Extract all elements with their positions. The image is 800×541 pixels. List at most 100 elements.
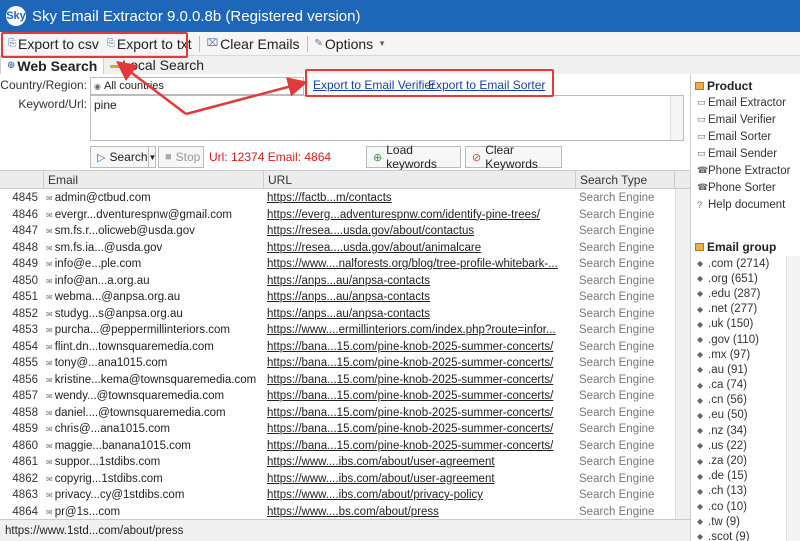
table-row[interactable]: 4849 ✉ info@e...ple.com https://www....nalf… [0,256,675,273]
email-group-item[interactable]: ◆ .ca (74) [691,378,787,393]
email-group-item[interactable]: ◆ .org (651) [691,271,787,286]
url-cell[interactable]: https://bana...15.com/pine-knob-2025-sum… [264,374,576,386]
table-row[interactable]: 4848 ✉ sm.fs.ia...@usda.gov https://resea..… [0,240,675,257]
email-cell[interactable]: ✉ tony@...ana1015.com [44,357,264,369]
email-group-item[interactable]: ◆ .gov (110) [691,332,787,347]
table-row[interactable]: 4845 ✉ admin@ctbud.com https://factb...m/co… [0,190,675,207]
email-cell[interactable]: ✉ evergr...dventurespnw@gmail.com [44,209,264,221]
table-row[interactable]: 4851 ✉ webma...@anpsa.org.au https://anps..… [0,289,675,306]
table-row[interactable]: 4857 ✉ wendy...@townsquaremedia.com https:/… [0,388,675,405]
email-group-item[interactable]: ◆ .scot (9) [691,529,787,541]
email-cell[interactable]: ✉ purcha...@peppermillinteriors.com [44,324,264,336]
table-row[interactable]: 4858 ✉ daniel....@townsquaremedia.com https… [0,405,675,422]
email-cell[interactable]: ✉ copyrig...1stdibs.com [44,473,264,485]
email-cell[interactable]: ✉ info@e...ple.com [44,258,264,270]
keyword-scrollbar[interactable] [670,96,683,140]
sidebar-item-phone-extractor[interactable]: ☎ Phone Extractor [691,162,800,179]
email-cell[interactable]: ✉ studyg...s@anpsa.org.au [44,308,264,320]
table-row[interactable]: 4863 ✉ privacy...cy@1stdibs.com https://www… [0,487,675,504]
sidebar-item-email-verifier[interactable]: ▭ Email Verifier [691,111,800,128]
keyword-input[interactable]: pine [90,95,684,141]
load-keywords-button[interactable]: ⊕ Load keywords [366,143,461,171]
url-cell[interactable]: https://bana...15.com/pine-knob-2025-sum… [264,357,576,369]
clear-keywords-button[interactable]: ⊘ Clear Keywords [465,143,562,171]
email-cell[interactable]: ✉ sm.fs.r...olicweb@usda.gov [44,225,264,237]
email-group-item[interactable]: ◆ .tw (9) [691,514,787,529]
search-type-column-header[interactable]: Search Type [576,171,675,188]
email-cell[interactable]: ✉ sm.fs.ia...@usda.gov [44,242,264,254]
url-cell[interactable]: https://everg...adventurespnw.com/identi… [264,209,576,221]
email-group-item[interactable]: ◆ .uk (150) [691,317,787,332]
tab-local-search[interactable]: ▬ Local Search [104,56,210,74]
stop-button[interactable]: ■ Stop [158,146,204,168]
email-cell[interactable]: ✉ webma...@anpsa.org.au [44,291,264,303]
url-cell[interactable]: https://resea....usda.gov/about/contactu… [264,225,576,237]
url-column-header[interactable]: URL [264,171,576,188]
email-group-item[interactable]: ◆ .de (15) [691,469,787,484]
table-row[interactable]: 4861 ✉ suppor...1stdibs.com https://www....… [0,454,675,471]
url-cell[interactable]: https://bana...15.com/pine-knob-2025-sum… [264,407,576,419]
email-group-item[interactable]: ◆ .mx (97) [691,347,787,362]
search-button[interactable]: ▷ Search ▼ [90,146,156,168]
email-group-item[interactable]: ◆ .edu (287) [691,286,787,301]
options-button[interactable]: ✎ Options ▼ [311,33,391,55]
table-row[interactable]: 4852 ✉ studyg...s@anpsa.org.au https://anps… [0,306,675,323]
url-cell[interactable]: https://www....nalforests.org/blog/tree-… [264,258,576,270]
grid-scrollbar[interactable] [675,189,690,520]
table-row[interactable]: 4853 ✉ purcha...@peppermillinteriors.com ht… [0,322,675,339]
sidebar-item-email-extractor[interactable]: ▭ Email Extractor [691,94,800,111]
sidebar-item-phone-sorter[interactable]: ☎ Phone Sorter [691,179,800,196]
email-cell[interactable]: ✉ pr@1s...com [44,506,264,518]
email-cell[interactable]: ✉ privacy...cy@1stdibs.com [44,489,264,501]
url-cell[interactable]: https://anps...au/anpsa-contacts [264,291,576,303]
url-cell[interactable]: https://www....ermillinteriors.com/index… [264,324,576,336]
country-select[interactable]: ◉ All countries ▼ [90,77,304,95]
url-cell[interactable]: https://anps...au/anpsa-contacts [264,275,576,287]
email-cell[interactable]: ✉ suppor...1stdibs.com [44,456,264,468]
tab-web-search[interactable]: ⊕ Web Search [0,56,105,74]
table-row[interactable]: 4850 ✉ info@an...a.org.au https://anps...au… [0,273,675,290]
email-group-item[interactable]: ◆ .za (20) [691,453,787,468]
url-cell[interactable]: https://bana...15.com/pine-knob-2025-sum… [264,341,576,353]
sidebar-item-help-document[interactable]: ? Help document [691,196,800,213]
email-cell[interactable]: ✉ wendy...@townsquaremedia.com [44,390,264,402]
clear-emails-button[interactable]: ⌧ Clear Emails [203,33,304,55]
email-group-item[interactable]: ◆ .us (22) [691,438,787,453]
url-cell[interactable]: https://factb...m/contacts [264,192,576,204]
table-row[interactable]: 4859 ✉ chris@...ana1015.com https://bana...… [0,421,675,438]
email-column-header[interactable]: Email [44,171,264,188]
table-row[interactable]: 4864 ✉ pr@1s...com https://www....bs.com/ab… [0,504,675,521]
url-cell[interactable]: https://anps...au/anpsa-contacts [264,308,576,320]
email-cell[interactable]: ✉ admin@ctbud.com [44,192,264,204]
email-cell[interactable]: ✉ info@an...a.org.au [44,275,264,287]
url-cell[interactable]: https://bana...15.com/pine-knob-2025-sum… [264,423,576,435]
table-row[interactable]: 4854 ✉ flint.dn...townsquaremedia.com https… [0,339,675,356]
email-group-item[interactable]: ◆ .eu (50) [691,408,787,423]
chevron-down-icon[interactable]: ▼ [147,147,156,167]
email-group-item[interactable]: ◆ .au (91) [691,362,787,377]
email-group-scrollbar[interactable] [786,256,800,541]
email-group-item[interactable]: ◆ .ch (13) [691,484,787,499]
sidebar-item-email-sorter[interactable]: ▭ Email Sorter [691,128,800,145]
table-row[interactable]: 4862 ✉ copyrig...1stdibs.com https://www...… [0,471,675,488]
url-cell[interactable]: https://resea....usda.gov/about/animalca… [264,242,576,254]
email-group-item[interactable]: ◆ .net (277) [691,302,787,317]
email-cell[interactable]: ✉ kristine...kema@townsquaremedia.com [44,374,264,386]
sidebar-item-email-sender[interactable]: ▭ Email Sender [691,145,800,162]
url-cell[interactable]: https://www....ibs.com/about/user-agreem… [264,456,576,468]
url-cell[interactable]: https://www....bs.com/about/press [264,506,576,518]
email-cell[interactable]: ✉ maggie...banana1015.com [44,440,264,452]
email-cell[interactable]: ✉ daniel....@townsquaremedia.com [44,407,264,419]
url-cell[interactable]: https://bana...15.com/pine-knob-2025-sum… [264,440,576,452]
url-cell[interactable]: https://www....ibs.com/about/privacy-pol… [264,489,576,501]
url-cell[interactable]: https://bana...15.com/pine-knob-2025-sum… [264,390,576,402]
table-row[interactable]: 4856 ✉ kristine...kema@townsquaremedia.com… [0,372,675,389]
table-row[interactable]: 4855 ✉ tony@...ana1015.com https://bana...1… [0,355,675,372]
table-row[interactable]: 4846 ✉ evergr...dventurespnw@gmail.com http… [0,207,675,224]
email-group-item[interactable]: ◆ .com (2714) [691,256,787,271]
email-group-item[interactable]: ◆ .nz (34) [691,423,787,438]
email-cell[interactable]: ✉ flint.dn...townsquaremedia.com [44,341,264,353]
email-group-item[interactable]: ◆ .cn (56) [691,393,787,408]
url-cell[interactable]: https://www....ibs.com/about/user-agreem… [264,473,576,485]
table-row[interactable]: 4860 ✉ maggie...banana1015.com https://bana… [0,438,675,455]
